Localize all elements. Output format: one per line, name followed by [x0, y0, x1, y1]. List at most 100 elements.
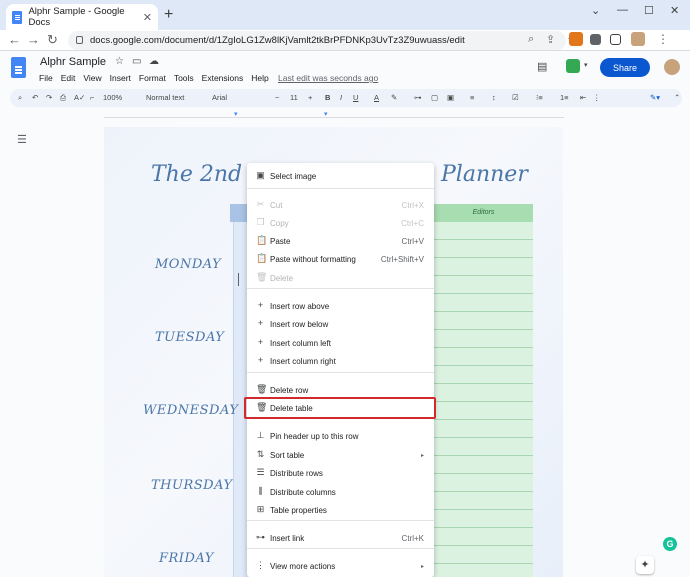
menu-item-label: View more actions — [270, 562, 336, 571]
share-button[interactable]: Share — [600, 58, 650, 77]
distribute-rows-icon: ☰ — [256, 467, 265, 477]
star-icon[interactable]: ☆ — [115, 56, 124, 67]
menu-separator — [247, 188, 434, 189]
menu-help[interactable]: Help — [251, 73, 268, 83]
url-text: docs.google.com/document/d/1ZgIoLG1Zw8lK… — [90, 35, 465, 46]
extensions-puzzle-icon[interactable] — [590, 34, 601, 45]
highlight-icon[interactable]: ✎ — [391, 93, 397, 102]
profile-avatar[interactable] — [631, 32, 645, 46]
last-edit-link[interactable]: Last edit was seconds ago — [278, 73, 378, 83]
checklist-icon[interactable]: ☑ — [512, 93, 519, 102]
menu-edit[interactable]: Edit — [61, 73, 76, 83]
menu-item-paste[interactable]: 📋 Paste Ctrl+V — [247, 232, 434, 250]
menu-item-paste-without-formatting[interactable]: 📋 Paste without formatting Ctrl+Shift+V — [247, 250, 434, 268]
address-bar-row: ← → ↻ docs.google.com/document/d/1ZgIoLG… — [0, 30, 690, 51]
meet-icon[interactable] — [566, 59, 580, 73]
forward-icon[interactable]: → — [27, 32, 40, 47]
reload-icon[interactable]: ↻ — [47, 32, 58, 48]
sidepanel-icon[interactable] — [610, 34, 621, 45]
menu-insert[interactable]: Insert — [110, 73, 131, 83]
increase-font-size-icon[interactable]: + — [308, 93, 312, 102]
maximize-icon[interactable]: ☐ — [644, 4, 654, 17]
numbered-list-icon[interactable]: 1≡ — [560, 93, 569, 102]
browser-menu-icon[interactable]: ⋮ — [657, 32, 669, 46]
search-icon[interactable]: ⌕ — [528, 33, 534, 46]
redo-icon[interactable]: ↷ — [46, 93, 52, 102]
document-outline-icon[interactable]: ☰ — [17, 135, 28, 146]
underline-icon[interactable]: U — [353, 93, 358, 102]
menu-item-insert-column-left[interactable]: + Insert column left — [247, 334, 434, 352]
trash-icon: 🗑 — [256, 272, 268, 282]
chevron-down-icon[interactable]: ⌄ — [591, 4, 600, 17]
align-icon[interactable]: ≡ — [470, 93, 474, 102]
minimize-icon[interactable]: — — [617, 4, 628, 16]
cut-icon: ✂ — [256, 199, 265, 209]
grammarly-icon[interactable]: G — [663, 537, 677, 551]
menu-file[interactable]: File — [39, 73, 53, 83]
menu-view[interactable]: View — [83, 73, 101, 83]
new-tab-icon[interactable]: + — [164, 6, 173, 24]
indent-marker-icon[interactable]: ▾ — [324, 110, 328, 118]
indent-icon[interactable]: ⇤ — [580, 93, 586, 102]
browser-tab[interactable]: Alphr Sample - Google Docs ✕ — [6, 4, 158, 30]
indent-marker-icon[interactable]: ▾ — [234, 110, 238, 118]
editing-mode-icon[interactable]: ✎▾ — [650, 93, 660, 102]
menu-item-select-image[interactable]: ▣ Select image — [247, 167, 434, 185]
menu-item-insert-column-right[interactable]: + Insert column right — [247, 352, 434, 370]
add-comment-icon[interactable]: ▢ — [431, 93, 438, 102]
font-size-input[interactable]: 11 — [290, 93, 298, 102]
bulleted-list-icon[interactable]: ⁝≡ — [536, 93, 543, 102]
zoom-select[interactable]: 100% — [103, 93, 122, 102]
distribute-columns-icon: ⫼ — [258, 486, 263, 496]
menu-item-label: Insert column left — [270, 339, 331, 348]
decrease-font-size-icon[interactable]: − — [275, 93, 279, 102]
menu-tools[interactable]: Tools — [174, 73, 194, 83]
menu-item-distribute-rows[interactable]: ☰ Distribute rows — [247, 464, 434, 482]
menu-item-insert-row-below[interactable]: + Insert row below — [247, 315, 434, 333]
menu-item-distribute-columns[interactable]: ⫼ Distribute columns — [247, 483, 434, 501]
menu-item-table-properties[interactable]: ⊞ Table properties — [247, 501, 434, 519]
more-icon[interactable]: ⋮ — [593, 93, 601, 102]
font-select[interactable]: Arial — [212, 93, 227, 102]
spellcheck-icon[interactable]: A✓ — [74, 93, 85, 102]
move-folder-icon[interactable]: ▭ — [132, 56, 141, 67]
insert-link-icon[interactable]: ⊶ — [414, 93, 422, 102]
chevron-up-icon[interactable]: ⌃ — [674, 93, 680, 102]
menu-format[interactable]: Format — [139, 73, 166, 83]
docs-logo-icon[interactable] — [11, 57, 26, 78]
menu-item-sort-table[interactable]: ⇅ Sort table ▸ — [247, 446, 434, 464]
metamask-extension-icon[interactable] — [569, 32, 583, 46]
insert-image-icon[interactable]: ▣ — [447, 93, 454, 102]
table-header-cell-green[interactable]: Editors — [434, 204, 533, 222]
menu-item-insert-link[interactable]: ⊶ Insert link Ctrl+K — [247, 529, 434, 547]
day-tuesday: TUESDAY — [155, 330, 225, 345]
close-tab-icon[interactable]: ✕ — [143, 11, 152, 24]
share-page-icon[interactable]: ⇪ — [546, 33, 555, 46]
text-color-icon[interactable]: A — [374, 93, 379, 102]
day-monday: MONDAY — [155, 257, 222, 272]
line-spacing-icon[interactable]: ↕ — [492, 93, 496, 102]
formatting-toolbar: ⌕ ↶ ↷ ⎙ A✓ ⌐ 100% Normal text Arial − 11… — [10, 89, 682, 107]
account-avatar[interactable] — [664, 59, 680, 75]
menu-item-view-more-actions[interactable]: ⋮ View more actions ▸ — [247, 557, 434, 575]
url-field[interactable]: docs.google.com/document/d/1ZgIoLG1Zw8lK… — [68, 31, 566, 50]
document-title[interactable]: Alphr Sample — [40, 56, 106, 68]
back-icon[interactable]: ← — [8, 32, 21, 47]
paint-format-icon[interactable]: ⌐ — [90, 93, 94, 102]
table-column-green[interactable] — [434, 222, 533, 577]
menu-item-cut: ✂ Cut Ctrl+X — [247, 196, 434, 214]
bold-icon[interactable]: B — [325, 93, 330, 102]
close-window-icon[interactable]: ✕ — [670, 4, 679, 17]
italic-icon[interactable]: I — [340, 93, 342, 102]
chevron-down-icon[interactable]: ▾ — [584, 61, 588, 69]
menu-extensions[interactable]: Extensions — [202, 73, 244, 83]
undo-icon[interactable]: ↶ — [32, 93, 38, 102]
menu-item-insert-row-above[interactable]: + Insert row above — [247, 297, 434, 315]
search-menus-icon[interactable]: ⌕ — [18, 93, 22, 103]
menu-separator — [247, 372, 434, 373]
print-icon[interactable]: ⎙ — [60, 93, 66, 103]
style-select[interactable]: Normal text — [146, 93, 184, 102]
menu-item-pin-header-up-to-this-row[interactable]: ⊥ Pin header up to this row — [247, 427, 434, 445]
comment-icon[interactable]: ▤ — [537, 60, 547, 73]
explore-icon[interactable]: ✦ — [636, 556, 654, 574]
